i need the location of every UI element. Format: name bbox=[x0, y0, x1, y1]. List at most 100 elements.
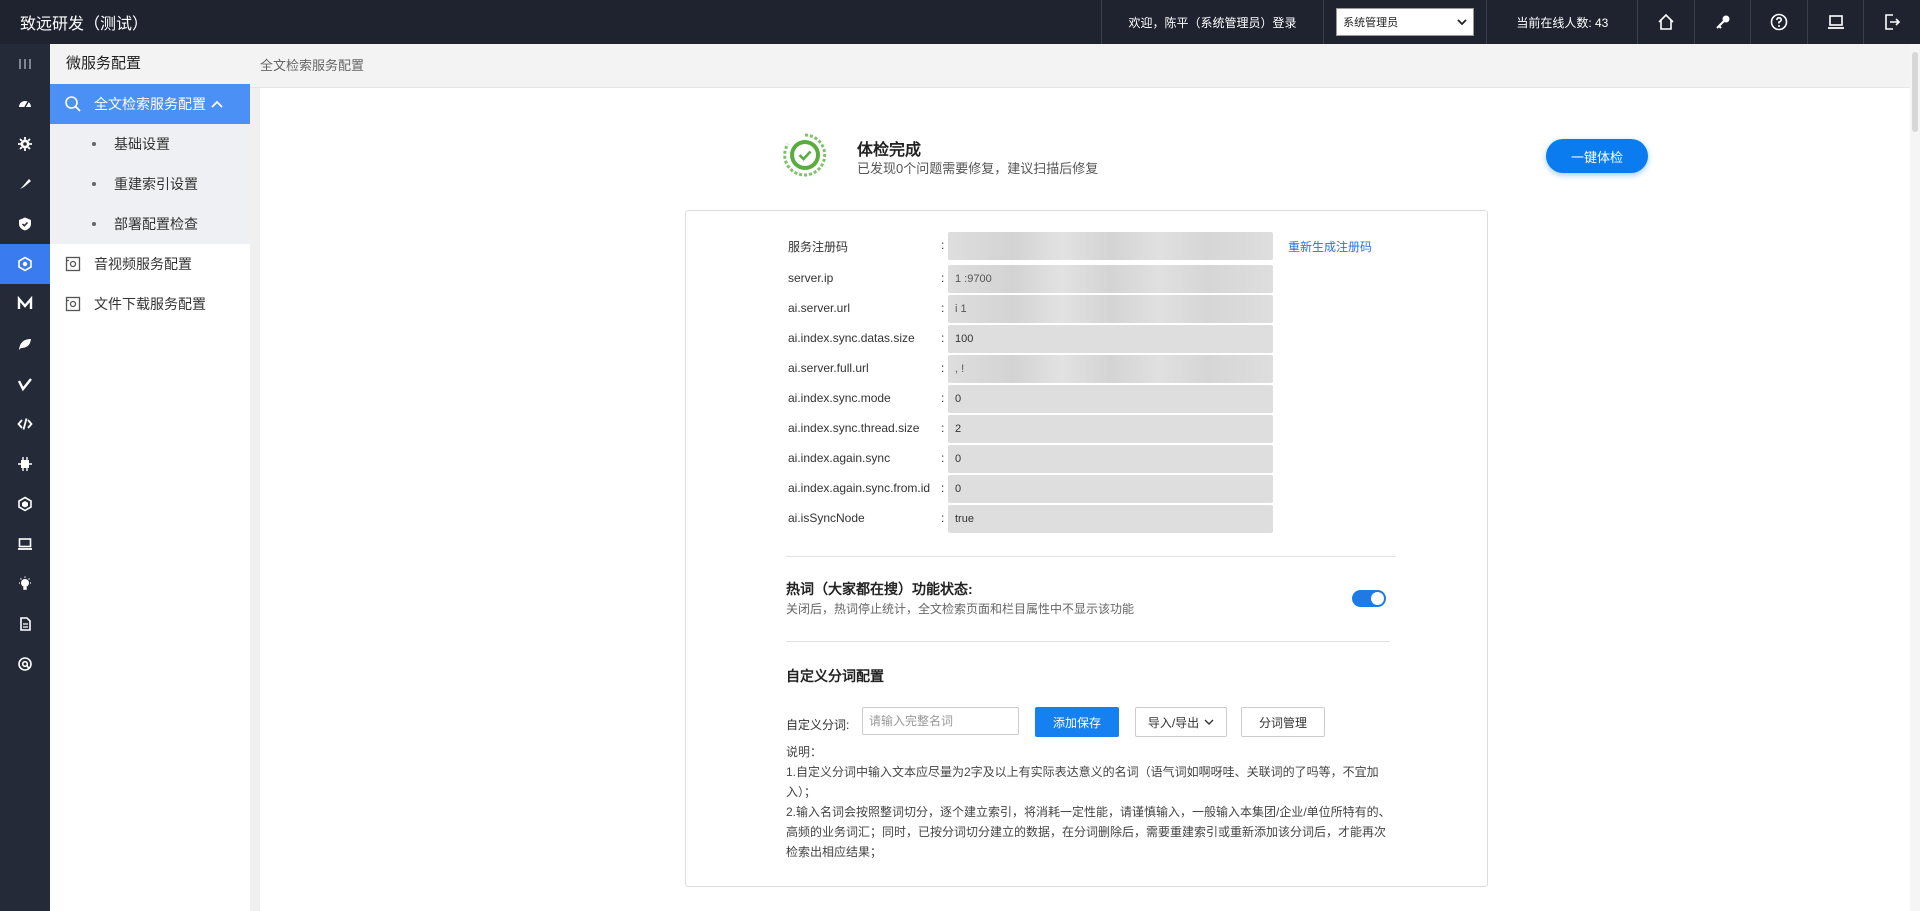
field-label: ai.server.url bbox=[788, 301, 851, 315]
rail-plugin[interactable] bbox=[0, 444, 50, 484]
monitor-icon bbox=[1827, 15, 1844, 29]
home-button[interactable] bbox=[1637, 0, 1694, 44]
leaf-icon bbox=[19, 339, 31, 350]
hexagon-icon bbox=[18, 496, 32, 512]
rail-microservice[interactable] bbox=[0, 244, 50, 284]
hotword-toggle[interactable] bbox=[1352, 590, 1386, 607]
top-bar: 致远研发（测试） 欢迎，陈平（系统管理员）登录 系统管理员 当前在线人数: 43 bbox=[0, 0, 1920, 44]
sync-mode-field[interactable]: 0 bbox=[948, 385, 1273, 413]
form-row-sync-thread-size: ai.index.sync.thread.size : 2 bbox=[686, 415, 1489, 443]
sidebar-group-fulltext-search[interactable]: 全文检索服务配置 bbox=[50, 84, 250, 124]
key-icon bbox=[1715, 15, 1730, 29]
hotword-subtitle: 关闭后，热词停止统计，全文检索页面和栏目属性中不显示该功能 bbox=[786, 602, 1135, 616]
server-ip-field[interactable]: 1 :9700 bbox=[948, 265, 1273, 293]
notes-item: 2.输入名词会按照整词切分，逐个建立索引，将消耗一定性能，请谨慎输入，一般输入本… bbox=[786, 805, 1391, 859]
field-label: ai.index.sync.datas.size bbox=[788, 331, 915, 345]
regenerate-code-link[interactable]: 重新生成注册码 bbox=[1288, 238, 1372, 255]
shield-icon bbox=[19, 217, 31, 231]
sidebar-item-av-service[interactable]: 音视频服务配置 bbox=[50, 244, 250, 284]
sidebar-item-file-download[interactable]: 文件下载服务配置 bbox=[50, 284, 250, 324]
again-sync-from-id-field[interactable]: 0 bbox=[948, 475, 1273, 503]
role-select-wrapper: 系统管理员 bbox=[1322, 0, 1487, 44]
sidebar-group-label: 全文检索服务配置 bbox=[94, 96, 206, 112]
rail-code[interactable] bbox=[0, 404, 50, 444]
sidebar-item-label: 部署配置检查 bbox=[114, 216, 198, 232]
at-icon bbox=[18, 657, 32, 671]
chevron-up-icon bbox=[211, 100, 223, 108]
rail-shield[interactable] bbox=[0, 204, 50, 244]
logout-button[interactable] bbox=[1863, 0, 1920, 44]
brush-icon bbox=[20, 179, 31, 189]
v-icon bbox=[17, 378, 32, 392]
one-click-check-button[interactable]: 一键体检 bbox=[1546, 139, 1648, 173]
sidebar-item-label: 基础设置 bbox=[114, 136, 170, 152]
field-label: ai.index.again.sync bbox=[788, 451, 891, 465]
rail-m[interactable] bbox=[0, 284, 50, 324]
divider bbox=[786, 641, 1390, 642]
menu-icon bbox=[19, 59, 31, 69]
notes: 说明： 1.自定义分词中输入文本应尽量为2字及以上有实际表达意义的名词（语气词如… bbox=[786, 742, 1391, 862]
bullet bbox=[92, 222, 96, 226]
sidebar-item-rebuild-index[interactable]: 重建索引设置 bbox=[50, 164, 250, 204]
search-icon bbox=[65, 96, 81, 112]
is-sync-node-field[interactable]: true bbox=[948, 505, 1273, 533]
rail-dashboard[interactable] bbox=[0, 84, 50, 124]
ai-server-url-field[interactable]: i 1 bbox=[948, 295, 1273, 323]
rail-settings[interactable] bbox=[0, 124, 50, 164]
import-export-button[interactable]: 导入/导出 bbox=[1135, 707, 1227, 737]
field-label: ai.isSyncNode bbox=[788, 511, 865, 525]
sidebar-item-basic-settings[interactable]: 基础设置 bbox=[50, 124, 250, 164]
notes-item: 1.自定义分词中输入文本应尽量为2字及以上有实际表达意义的名词（语气词如啊呀哇、… bbox=[786, 765, 1379, 799]
sidebar-item-deploy-check[interactable]: 部署配置检查 bbox=[50, 204, 250, 244]
field-colon: : bbox=[941, 451, 945, 465]
rail-brush[interactable] bbox=[0, 164, 50, 204]
rail-leaf[interactable] bbox=[0, 324, 50, 364]
sidebar-item-label: 重建索引设置 bbox=[114, 176, 198, 192]
sync-thread-size-field[interactable]: 2 bbox=[948, 415, 1273, 443]
chevron-down-icon bbox=[1204, 719, 1214, 725]
field-colon: : bbox=[941, 301, 945, 315]
sidebar-item-label: 音视频服务配置 bbox=[94, 256, 192, 272]
rail-at[interactable] bbox=[0, 644, 50, 684]
plugin-icon bbox=[18, 457, 32, 471]
ai-server-full-url-field[interactable]: , ! bbox=[948, 355, 1273, 383]
scrollbar-thumb[interactable] bbox=[1912, 52, 1918, 132]
again-sync-field[interactable]: 0 bbox=[948, 445, 1273, 473]
rail-menu[interactable] bbox=[0, 44, 50, 84]
rail-hexagon[interactable] bbox=[0, 484, 50, 524]
custom-word-input[interactable]: 请输入完整名词 bbox=[862, 707, 1019, 735]
key-button[interactable] bbox=[1693, 0, 1751, 44]
sidebar: 微服务配置 全文检索服务配置 基础设置 重建索引设置 部署配置检查 音视频服务配… bbox=[50, 44, 250, 911]
monitor-button[interactable] bbox=[1806, 0, 1864, 44]
word-management-button[interactable]: 分词管理 bbox=[1241, 707, 1325, 737]
form-row-register-code: 服务注册码 : 重新生成注册码 bbox=[686, 232, 1489, 260]
bulb-icon bbox=[19, 576, 31, 590]
sidebar-title: 微服务配置 bbox=[50, 44, 250, 84]
service-icon bbox=[65, 296, 81, 312]
sync-datas-size-field[interactable]: 100 bbox=[948, 325, 1273, 353]
health-check-subtitle: 已发现0个问题需要修复，建议扫描后修复 bbox=[857, 161, 1099, 176]
page-scrollbar[interactable] bbox=[1910, 44, 1920, 911]
settings-icon bbox=[18, 137, 32, 151]
register-code-field[interactable] bbox=[948, 232, 1273, 260]
dashboard-icon bbox=[19, 101, 31, 108]
home-icon bbox=[1658, 13, 1674, 30]
form-row-sync-datas-size: ai.index.sync.datas.size : 100 bbox=[686, 325, 1489, 353]
health-check-title: 体检完成 bbox=[857, 142, 922, 159]
hotword-title: 热词（大家都在搜）功能状态: bbox=[786, 581, 973, 597]
rail-doc[interactable] bbox=[0, 604, 50, 644]
field-colon: : bbox=[941, 271, 945, 285]
rail-v[interactable] bbox=[0, 364, 50, 404]
sidebar-item-label: 文件下载服务配置 bbox=[94, 296, 206, 312]
rail-bulb[interactable] bbox=[0, 564, 50, 604]
main-content: 体检完成 已发现0个问题需要修复，建议扫描后修复 一键体检 服务注册码 : 重新… bbox=[260, 88, 1910, 911]
role-select[interactable]: 系统管理员 bbox=[1336, 8, 1475, 36]
add-save-button[interactable]: 添加保存 bbox=[1035, 707, 1119, 737]
bullet bbox=[92, 142, 96, 146]
help-icon bbox=[1770, 13, 1788, 31]
rail-screen[interactable] bbox=[0, 524, 50, 564]
field-label: server.ip bbox=[788, 271, 834, 285]
microservice-icon bbox=[18, 256, 32, 272]
breadcrumb: 全文检索服务配置 bbox=[250, 44, 1920, 88]
help-button[interactable] bbox=[1750, 0, 1807, 44]
